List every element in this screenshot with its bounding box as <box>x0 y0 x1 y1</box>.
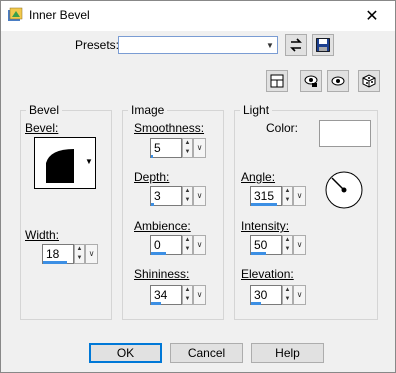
depth-slider-dropdown-icon[interactable]: ∨ <box>193 186 206 206</box>
ambience-spinner[interactable]: 0 ▲ ▼ ∨ <box>150 235 207 257</box>
angle-dial[interactable] <box>319 170 369 210</box>
randomize-button[interactable] <box>358 70 380 92</box>
ambience-slider-bar[interactable] <box>151 252 166 255</box>
width-spinner[interactable]: 18 ▲ ▼ ∨ <box>42 244 99 266</box>
ok-button[interactable]: OK <box>89 343 162 363</box>
proof-button[interactable] <box>300 70 322 92</box>
light-group-title: Light <box>240 103 273 117</box>
bevel-group-title: Bevel <box>26 103 63 117</box>
depth-label: Depth: <box>134 170 170 184</box>
preview-button[interactable] <box>327 70 349 92</box>
smoothness-up-down-icon[interactable]: ▲ ▼ <box>182 138 193 158</box>
intensity-label: Intensity: <box>241 219 290 233</box>
width-up-down-icon[interactable]: ▲ ▼ <box>74 244 85 264</box>
app-icon <box>8 7 23 21</box>
chevron-down-icon[interactable]: ▼ <box>263 37 277 53</box>
light-color-swatch[interactable] <box>319 120 371 147</box>
presets-label: Presets: <box>75 38 120 52</box>
close-icon: ✕ <box>365 8 379 25</box>
proof-icon <box>304 75 318 87</box>
preview-icon <box>331 76 345 86</box>
depth-up-down-icon[interactable]: ▲ ▼ <box>182 186 193 206</box>
reset-button[interactable] <box>285 34 307 56</box>
depth-field[interactable]: 3 <box>150 186 182 206</box>
intensity-slider-bar[interactable] <box>251 252 266 255</box>
elevation-spinner[interactable]: 30 ▲ ▼ ∨ <box>250 285 307 307</box>
smoothness-label: Smoothness: <box>134 121 205 135</box>
elevation-up-down-icon[interactable]: ▲ ▼ <box>282 285 293 305</box>
layout-button[interactable] <box>266 70 288 92</box>
save-preset-icon <box>316 38 330 52</box>
depth-slider-bar[interactable] <box>151 203 154 206</box>
bevel-label: Bevel: <box>25 121 59 135</box>
close-button[interactable]: ✕ <box>349 1 395 31</box>
bevel-shape-selector[interactable]: ▼ <box>34 137 96 189</box>
shininess-up-down-icon[interactable]: ▲ ▼ <box>182 285 193 305</box>
shininess-spinner[interactable]: 34 ▲ ▼ ∨ <box>150 285 207 307</box>
elevation-slider-dropdown-icon[interactable]: ∨ <box>293 285 306 305</box>
angle-label: Angle: <box>241 170 276 184</box>
smoothness-slider-bar[interactable] <box>151 155 153 158</box>
title-bar: Inner Bevel ✕ <box>1 1 395 31</box>
inner-bevel-dialog: Inner Bevel ✕ Presets: ▼ Bevel Bevel: ▼ … <box>0 0 396 373</box>
elevation-label: Elevation: <box>241 267 294 281</box>
angle-slider-bar[interactable] <box>251 203 277 206</box>
ambience-label: Ambience: <box>134 219 191 233</box>
width-slider-dropdown-icon[interactable]: ∨ <box>85 244 98 264</box>
smoothness-field[interactable]: 5 <box>150 138 182 158</box>
bevel-shape-icon <box>46 149 74 183</box>
window-title: Inner Bevel <box>29 8 90 22</box>
layout-icon <box>270 74 284 88</box>
cancel-button[interactable]: Cancel <box>170 343 243 363</box>
shininess-slider-dropdown-icon[interactable]: ∨ <box>193 285 206 305</box>
angle-slider-dropdown-icon[interactable]: ∨ <box>293 186 306 206</box>
randomize-icon <box>362 74 376 88</box>
smoothness-slider-dropdown-icon[interactable]: ∨ <box>193 138 206 158</box>
save-preset-button[interactable] <box>312 34 334 56</box>
angle-spinner[interactable]: 315 ▲ ▼ ∨ <box>250 186 307 208</box>
shininess-label: Shininess: <box>134 267 190 281</box>
width-slider-bar[interactable] <box>43 261 67 264</box>
intensity-spinner[interactable]: 50 ▲ ▼ ∨ <box>250 235 307 257</box>
smoothness-spinner[interactable]: 5 ▲ ▼ ∨ <box>150 138 207 160</box>
width-label: Width: <box>25 228 60 242</box>
shininess-slider-bar[interactable] <box>151 302 161 305</box>
angle-up-down-icon[interactable]: ▲ ▼ <box>282 186 293 206</box>
bevel-dropdown-chevron-icon[interactable]: ▼ <box>84 152 94 172</box>
ambience-slider-dropdown-icon[interactable]: ∨ <box>193 235 206 255</box>
help-button[interactable]: Help <box>251 343 324 363</box>
color-label: Color: <box>266 121 299 135</box>
depth-spinner[interactable]: 3 ▲ ▼ ∨ <box>150 186 207 208</box>
intensity-up-down-icon[interactable]: ▲ ▼ <box>282 235 293 255</box>
reset-icon <box>290 38 302 52</box>
ambience-up-down-icon[interactable]: ▲ ▼ <box>182 235 193 255</box>
image-group-title: Image <box>128 103 168 117</box>
intensity-slider-dropdown-icon[interactable]: ∨ <box>293 235 306 255</box>
elevation-slider-bar[interactable] <box>251 302 261 305</box>
presets-dropdown[interactable]: ▼ <box>118 36 278 54</box>
